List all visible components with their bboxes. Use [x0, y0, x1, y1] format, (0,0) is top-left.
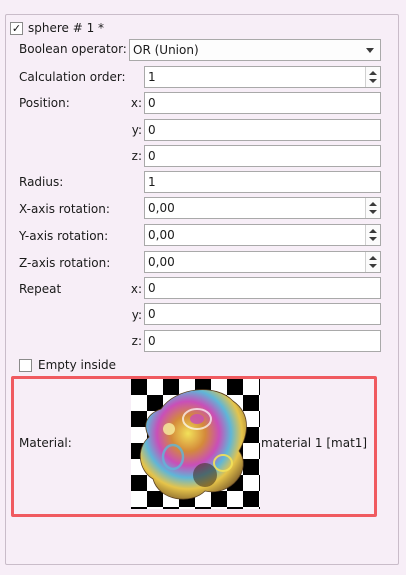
z-rotation-spinbox[interactable]: 0,00 [144, 251, 381, 273]
repeat-y-input[interactable]: 0 [144, 303, 381, 325]
arrow-up-icon [369, 71, 377, 75]
enable-object-checkbox[interactable]: ✓ [10, 21, 23, 35]
position-y-label: y: [131, 123, 142, 137]
boolean-operator-combo[interactable]: OR (Union) [129, 39, 381, 61]
group-title: sphere # 1 * [28, 21, 105, 35]
group-header[interactable]: ✓ sphere # 1 * [10, 18, 109, 38]
arrow-up-icon [369, 202, 377, 206]
empty-inside-label: Empty inside [38, 358, 117, 372]
position-x-input[interactable]: 0 [144, 92, 381, 114]
y-rotation-stepper[interactable] [365, 225, 380, 245]
position-label: Position: [19, 96, 70, 110]
material-preview-image [131, 379, 260, 509]
arrow-down-icon [369, 237, 377, 241]
radius-label: Radius: [19, 175, 64, 189]
arrow-down-icon [369, 264, 377, 268]
position-z-input[interactable]: 0 [144, 145, 381, 167]
empty-inside-option[interactable]: Empty inside [19, 358, 116, 372]
repeat-label: Repeat [19, 282, 62, 296]
z-rotation-value: 0,00 [148, 255, 175, 269]
x-rotation-spinbox[interactable]: 0,00 [144, 197, 381, 219]
position-y-input[interactable]: 0 [144, 119, 381, 141]
x-rotation-label: X-axis rotation: [19, 202, 110, 216]
calculation-order-label: Calculation order: [19, 70, 126, 84]
position-z-label: z: [131, 149, 142, 163]
material-label: Material: [19, 436, 72, 450]
radius-input[interactable]: 1 [144, 171, 381, 193]
x-rotation-value: 0,00 [148, 201, 175, 215]
calculation-order-spinbox[interactable]: 1 [144, 66, 381, 88]
position-x-label: x: [130, 96, 142, 110]
y-rotation-label: Y-axis rotation: [19, 229, 109, 243]
empty-inside-checkbox[interactable] [19, 358, 32, 372]
object-properties-panel: ✓ sphere # 1 * Boolean operator: OR (Uni… [0, 0, 406, 575]
y-rotation-value: 0,00 [148, 228, 175, 242]
material-name[interactable]: material 1 [mat1] [261, 435, 367, 451]
repeat-y-label: y: [131, 308, 142, 322]
calculation-order-stepper[interactable] [365, 67, 380, 87]
boolean-operator-value: OR (Union) [133, 43, 199, 57]
arrow-up-icon [369, 229, 377, 233]
z-rotation-label: Z-axis rotation: [19, 256, 111, 270]
calculation-order-value: 1 [148, 70, 156, 84]
repeat-x-input[interactable]: 0 [144, 277, 381, 299]
chevron-down-icon [366, 48, 374, 53]
repeat-x-label: x: [130, 282, 142, 296]
repeat-z-input[interactable]: 0 [144, 330, 381, 352]
y-rotation-spinbox[interactable]: 0,00 [144, 224, 381, 246]
z-rotation-stepper[interactable] [365, 252, 380, 272]
repeat-z-label: z: [131, 334, 142, 348]
arrow-up-icon [369, 256, 377, 260]
material-preview-thumbnail[interactable] [131, 379, 260, 509]
boolean-operator-label: Boolean operator: [19, 42, 127, 56]
arrow-down-icon [369, 79, 377, 83]
arrow-down-icon [369, 210, 377, 214]
x-rotation-stepper[interactable] [365, 198, 380, 218]
